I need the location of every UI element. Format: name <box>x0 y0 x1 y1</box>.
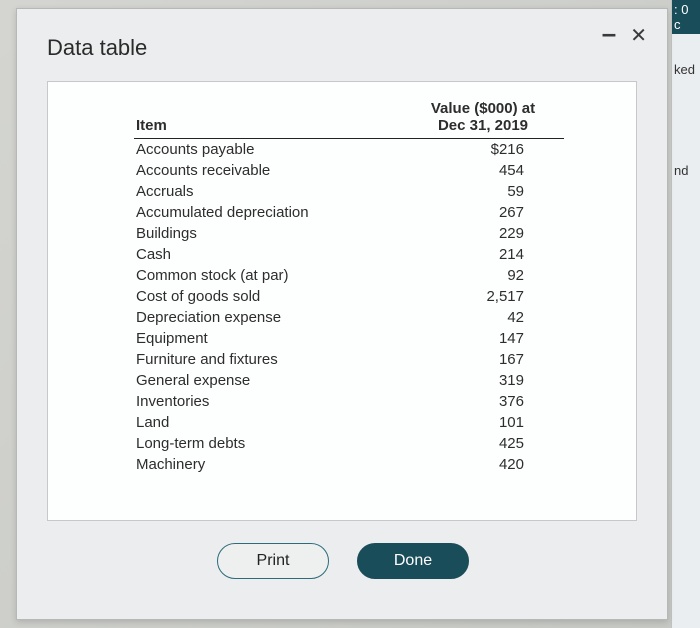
item-label: General expense <box>134 370 406 391</box>
item-value: 420 <box>406 454 564 475</box>
table-row: Depreciation expense42 <box>134 307 564 328</box>
item-value: 167 <box>406 349 564 370</box>
bg-fragment-top: : 0 c <box>672 0 700 34</box>
item-label: Long-term debts <box>134 433 406 454</box>
table-container: Item Value ($000) at Dec 31, 2019 Accoun… <box>47 81 637 521</box>
col-header-item: Item <box>134 98 406 139</box>
table-row: Buildings229 <box>134 223 564 244</box>
item-value: 92 <box>406 265 564 286</box>
done-button[interactable]: Done <box>357 543 469 579</box>
table-row: Equipment147 <box>134 328 564 349</box>
table-row: Common stock (at par)92 <box>134 265 564 286</box>
print-button[interactable]: Print <box>217 543 329 579</box>
col-header-value: Value ($000) at Dec 31, 2019 <box>406 98 564 139</box>
item-value: 229 <box>406 223 564 244</box>
dialog-title: Data table <box>47 23 147 61</box>
window-controls: – ✕ <box>602 23 647 49</box>
table-row: Accounts payable$216 <box>134 139 564 161</box>
item-label: Machinery <box>134 454 406 475</box>
item-label: Common stock (at par) <box>134 265 406 286</box>
item-value: 267 <box>406 202 564 223</box>
bg-fragment-1: ked <box>672 52 700 87</box>
table-row: Accounts receivable454 <box>134 160 564 181</box>
titlebar: Data table – ✕ <box>17 9 667 67</box>
table-row: Accruals59 <box>134 181 564 202</box>
table-row: Cash214 <box>134 244 564 265</box>
item-label: Buildings <box>134 223 406 244</box>
table-row: Cost of goods sold2,517 <box>134 286 564 307</box>
table-row: Land101 <box>134 412 564 433</box>
item-value: 425 <box>406 433 564 454</box>
item-value: 454 <box>406 160 564 181</box>
item-label: Accruals <box>134 181 406 202</box>
table-row: General expense319 <box>134 370 564 391</box>
item-label: Cash <box>134 244 406 265</box>
button-row: Print Done <box>17 543 667 579</box>
item-value: 319 <box>406 370 564 391</box>
background-panel: : 0 c ked nd <box>671 0 700 628</box>
item-value: 2,517 <box>406 286 564 307</box>
table-row: Long-term debts425 <box>134 433 564 454</box>
item-label: Cost of goods sold <box>134 286 406 307</box>
table-row: Accumulated depreciation267 <box>134 202 564 223</box>
item-label: Land <box>134 412 406 433</box>
data-table-dialog: Data table – ✕ Item Value ($000) at Dec … <box>16 8 668 620</box>
bg-fragment-2: nd <box>672 153 700 188</box>
item-label: Accounts payable <box>134 139 406 161</box>
item-value: 101 <box>406 412 564 433</box>
item-value: 42 <box>406 307 564 328</box>
item-value: 147 <box>406 328 564 349</box>
item-label: Accumulated depreciation <box>134 202 406 223</box>
item-label: Inventories <box>134 391 406 412</box>
close-button[interactable]: ✕ <box>630 26 647 46</box>
item-label: Depreciation expense <box>134 307 406 328</box>
item-value: 214 <box>406 244 564 265</box>
item-value: 59 <box>406 181 564 202</box>
data-table: Item Value ($000) at Dec 31, 2019 Accoun… <box>134 98 564 475</box>
table-row: Machinery420 <box>134 454 564 475</box>
minimize-button[interactable]: – <box>602 20 616 46</box>
table-row: Inventories376 <box>134 391 564 412</box>
item-value: $216 <box>406 139 564 161</box>
item-label: Accounts receivable <box>134 160 406 181</box>
item-label: Equipment <box>134 328 406 349</box>
item-label: Furniture and fixtures <box>134 349 406 370</box>
item-value: 376 <box>406 391 564 412</box>
table-row: Furniture and fixtures167 <box>134 349 564 370</box>
